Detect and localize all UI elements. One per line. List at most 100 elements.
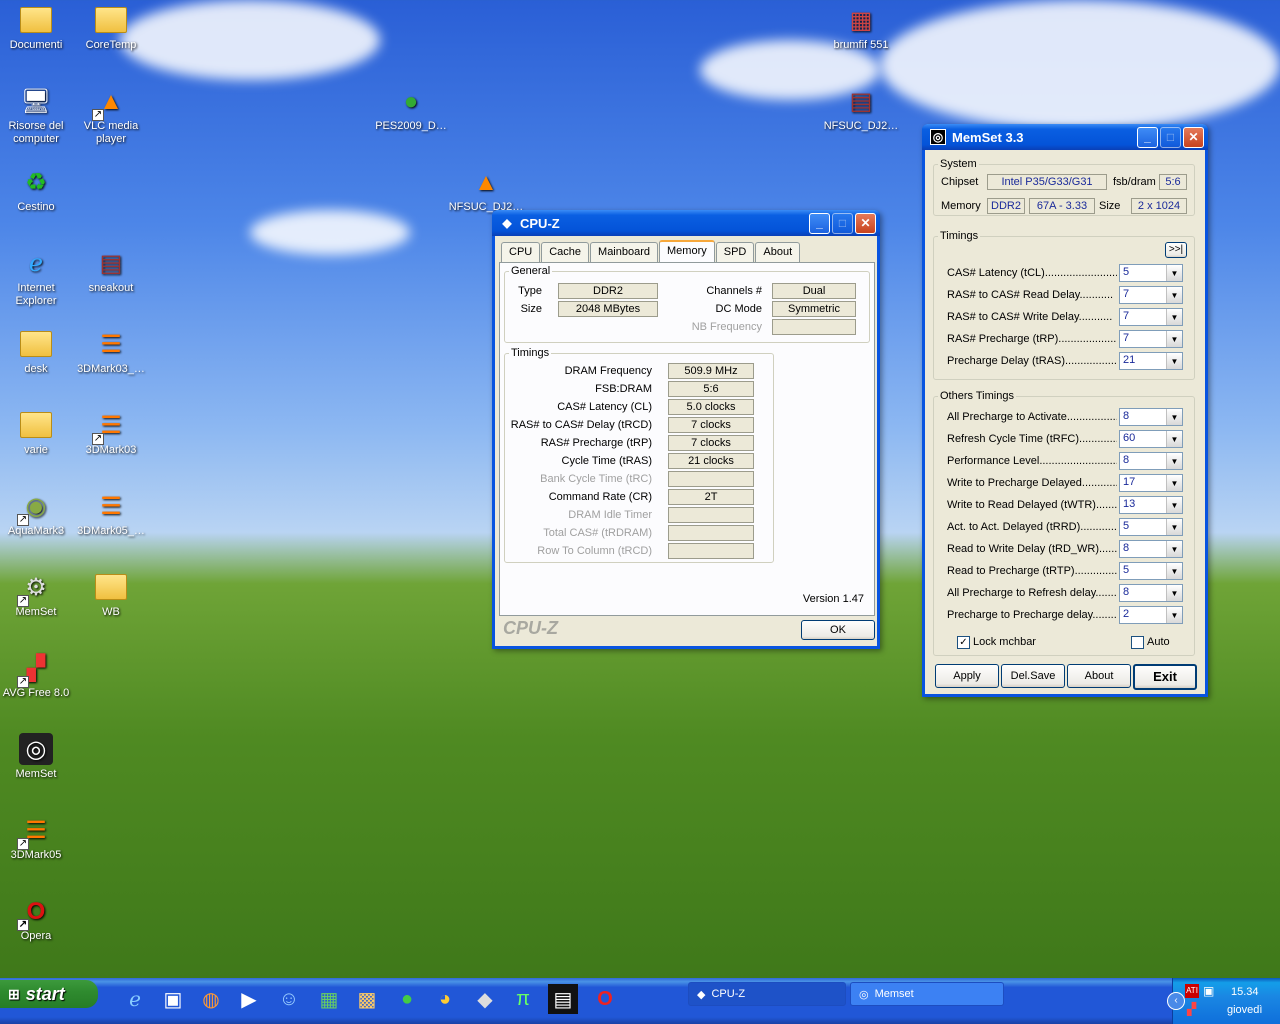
memset-timing-select[interactable]: 13 ▼ <box>1119 496 1183 514</box>
tool-icon[interactable]: ▩ <box>352 984 382 1014</box>
start-button[interactable]: ⊞ start <box>0 980 98 1008</box>
chevron-down-icon[interactable]: ▼ <box>1166 563 1182 579</box>
chevron-down-icon[interactable]: ▼ <box>1166 453 1182 469</box>
memset-titlebar[interactable]: ◎ MemSet 3.3 _ □ ✕ <box>922 124 1208 150</box>
task-cpuz[interactable]: ◆ CPU-Z <box>688 982 846 1006</box>
desktop-icon-nfsuc-rar[interactable]: ▤ NFSUC_DJ2… <box>822 85 900 133</box>
chevron-down-icon[interactable]: ▼ <box>1166 541 1182 557</box>
desktop-icon-ie[interactable]: ℯ Internet Explorer <box>0 247 75 308</box>
chevron-down-icon[interactable]: ▼ <box>1166 287 1182 303</box>
memset-timing-select[interactable]: 5 ▼ <box>1119 562 1183 580</box>
chevron-down-icon[interactable]: ▼ <box>1166 607 1182 623</box>
memset-timing-label: Performance Level.......................… <box>947 455 1117 467</box>
avg-tray-icon[interactable]: ▞ <box>1187 1002 1196 1016</box>
vlc-icon: ▲ <box>474 168 498 196</box>
memset-timing-select[interactable]: 7 ▼ <box>1119 308 1183 326</box>
chrome-icon[interactable]: ◕ <box>430 984 460 1014</box>
desktop-icon-vlc[interactable]: ▲VLC media player <box>72 85 150 146</box>
close-button[interactable]: ✕ <box>1183 126 1204 148</box>
chevron-down-icon[interactable]: ▼ <box>1166 585 1182 601</box>
desktop-icon-risorse[interactable]: 🖥 Risorse del computer <box>0 85 75 146</box>
tab-mainboard[interactable]: Mainboard <box>590 242 659 262</box>
desktop-icon-coretemp[interactable]: CoreTemp <box>72 4 150 52</box>
desktop-icon-pes2009[interactable]: ● PES2009_D… <box>372 85 450 133</box>
tab-cpu[interactable]: CPU <box>501 242 541 262</box>
memset-timing-select[interactable]: 8 ▼ <box>1119 452 1183 470</box>
network-icon[interactable]: ▣ <box>1203 984 1214 998</box>
chevron-down-icon[interactable]: ▼ <box>1166 353 1182 369</box>
media-player-icon[interactable]: ▶ <box>234 984 264 1014</box>
desktop-icon-varie[interactable]: varie <box>0 409 75 457</box>
desktop-icon-opera[interactable]: OOpera <box>0 895 75 943</box>
desktop-icon-3dmark03[interactable]: ☰3DMark03 <box>72 409 150 457</box>
chevron-down-icon[interactable]: ▼ <box>1166 309 1182 325</box>
cpuz-quicklaunch-icon[interactable]: ◆ <box>470 984 500 1014</box>
dcmode-value: Symmetric <box>772 301 856 317</box>
about-button[interactable]: About <box>1067 664 1131 688</box>
memset-timing-select[interactable]: 5 ▼ <box>1119 264 1183 282</box>
desktop-icon-memset[interactable]: ◎ MemSet <box>0 733 75 781</box>
desktop-icon-brumfif[interactable]: ▦ brumfif 551 <box>822 4 900 52</box>
desktop-icon-documenti[interactable]: Documenti <box>0 4 75 52</box>
desktop-icon-sneakout[interactable]: ▤ sneakout <box>72 247 150 295</box>
chevron-down-icon[interactable]: ▼ <box>1166 265 1182 281</box>
clock-time[interactable]: 15.34 <box>1231 986 1259 998</box>
desktop-icon-3dmark05-a[interactable]: ☰ 3DMark05_… <box>72 490 150 538</box>
memset-timing-select[interactable]: 7 ▼ <box>1119 286 1183 304</box>
desktop-icon-nfsuc-vlc[interactable]: ▲ NFSUC_DJ2… <box>447 166 525 214</box>
memset-timing-select[interactable]: 5 ▼ <box>1119 518 1183 536</box>
chevron-down-icon[interactable]: ▼ <box>1166 519 1182 535</box>
show-desktop-icon[interactable]: ▣ <box>158 984 188 1014</box>
memset-timing-select[interactable]: 8 ▼ <box>1119 540 1183 558</box>
memset-timing-select[interactable]: 8 ▼ <box>1119 584 1183 602</box>
apply-button[interactable]: Apply <box>935 664 999 688</box>
close-button[interactable]: ✕ <box>855 212 876 234</box>
desktop-icon-desk[interactable]: desk <box>0 328 75 376</box>
memset-timing-select[interactable]: 8 ▼ <box>1119 408 1183 426</box>
pllset-icon[interactable]: ▤ <box>548 984 578 1014</box>
chevron-left-icon[interactable]: ‹ <box>1167 992 1185 1010</box>
ati-icon[interactable]: ATI <box>1185 984 1199 998</box>
desktop-icon-memset-setup[interactable]: ⚙MemSet <box>0 571 75 619</box>
delsave-button[interactable]: Del.Save <box>1001 664 1065 688</box>
desktop-icon-avg[interactable]: ▞AVG Free 8.0 <box>0 652 75 700</box>
more-timings-button[interactable]: >>| <box>1165 242 1187 258</box>
exit-button[interactable]: Exit <box>1133 664 1197 690</box>
firefox-icon[interactable]: ◍ <box>196 984 226 1014</box>
tab-about[interactable]: About <box>755 242 801 262</box>
memset-timing-select[interactable]: 21 ▼ <box>1119 352 1183 370</box>
messenger-icon[interactable]: ☺ <box>274 984 304 1014</box>
tab-spd[interactable]: SPD <box>715 242 755 262</box>
nbfreq-value <box>772 319 856 335</box>
memset-timing-select[interactable]: 60 ▼ <box>1119 430 1183 448</box>
tab-cache[interactable]: Cache <box>541 242 590 262</box>
desktop-icon-3dmark03-a[interactable]: ☰ 3DMark03_… <box>72 328 150 376</box>
chevron-down-icon[interactable]: ▼ <box>1166 431 1182 447</box>
channels-value: Dual <box>772 283 856 299</box>
desktop-icon-wb[interactable]: WB <box>72 571 150 619</box>
memset-timing-select[interactable]: 17 ▼ <box>1119 474 1183 492</box>
minimize-button[interactable]: _ <box>1137 126 1158 148</box>
utorrent-quicklaunch-icon[interactable]: ● <box>392 984 422 1014</box>
cpu-utility-icon[interactable]: ▦ <box>314 984 344 1014</box>
tab-memory[interactable]: Memory <box>659 240 715 262</box>
memset-timing-select[interactable]: 7 ▼ <box>1119 330 1183 348</box>
minimize-button[interactable]: _ <box>809 212 830 234</box>
auto-checkbox[interactable] <box>1131 636 1144 649</box>
opera-quicklaunch-icon[interactable]: O <box>590 984 620 1014</box>
desktop-icon-aquamark[interactable]: ◉AquaMark3 <box>0 490 75 538</box>
memset-timing-select[interactable]: 2 ▼ <box>1119 606 1183 624</box>
lock-mchbar-checkbox[interactable]: ✓ <box>957 636 970 649</box>
chevron-down-icon[interactable]: ▼ <box>1166 331 1182 347</box>
chevron-down-icon[interactable]: ▼ <box>1166 475 1182 491</box>
cpuz-titlebar[interactable]: ◆ CPU-Z _ □ ✕ <box>492 210 880 236</box>
desktop-icon-3dmark05[interactable]: ☰3DMark05 <box>0 814 75 862</box>
system-tray: ‹ ATI ▣ ▞ 15.34 giovedì <box>1167 978 1280 1024</box>
superpi-icon[interactable]: π <box>508 984 538 1014</box>
chevron-down-icon[interactable]: ▼ <box>1166 497 1182 513</box>
desktop-icon-cestino[interactable]: ♻ Cestino <box>0 166 75 214</box>
chevron-down-icon[interactable]: ▼ <box>1166 409 1182 425</box>
task-memset[interactable]: ◎ Memset <box>850 982 1004 1006</box>
ie-quicklaunch-icon[interactable]: ℯ <box>120 984 150 1014</box>
ok-button[interactable]: OK <box>801 620 875 640</box>
